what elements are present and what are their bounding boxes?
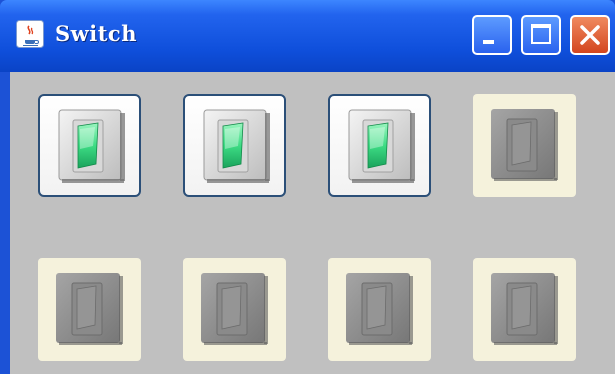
switch-on-icon <box>203 109 270 183</box>
toggle-switch-6[interactable] <box>183 258 286 361</box>
window-title: Switch <box>55 21 137 46</box>
title-bar[interactable]: Switch <box>0 0 615 72</box>
switch-off-icon <box>491 109 558 181</box>
switch-off-icon <box>346 273 413 345</box>
maximize-button[interactable] <box>521 15 561 55</box>
close-icon <box>580 25 600 45</box>
switch-on-icon <box>348 109 415 183</box>
switch-off-icon <box>491 273 558 345</box>
switch-on-icon <box>58 109 125 183</box>
toggle-switch-5[interactable] <box>38 258 141 361</box>
toggle-switch-1[interactable] <box>38 94 141 197</box>
switch-panel <box>10 72 615 374</box>
maximize-icon <box>531 24 551 44</box>
minimize-button[interactable] <box>472 15 512 55</box>
java-coffee-cup-icon <box>16 20 44 48</box>
close-button[interactable] <box>570 15 610 55</box>
toggle-switch-3[interactable] <box>328 94 431 197</box>
toggle-switch-4[interactable] <box>473 94 576 197</box>
toggle-switch-8[interactable] <box>473 258 576 361</box>
switch-off-icon <box>56 273 123 345</box>
toggle-switch-7[interactable] <box>328 258 431 361</box>
minimize-icon <box>483 40 494 44</box>
toggle-switch-2[interactable] <box>183 94 286 197</box>
app-window: Switch <box>0 0 615 374</box>
switch-off-icon <box>201 273 268 345</box>
